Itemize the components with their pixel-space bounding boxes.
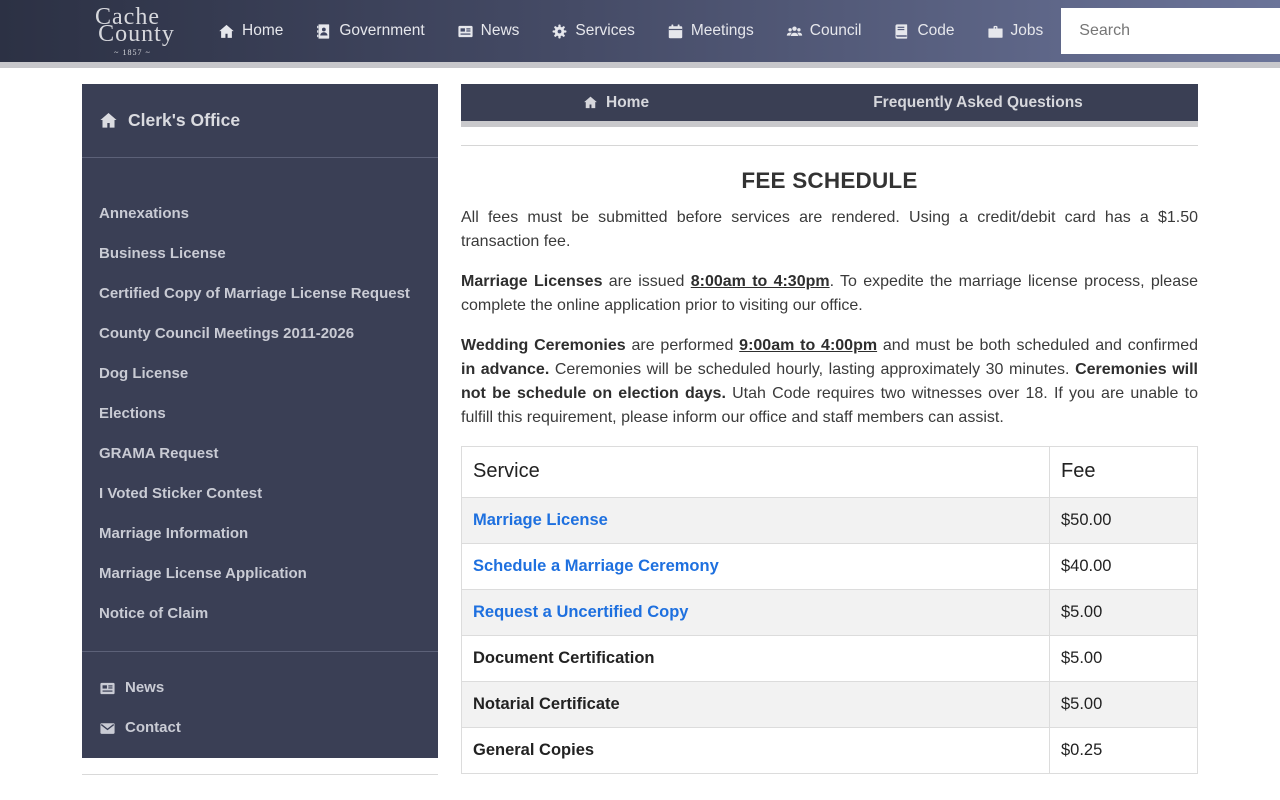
service-link-marriage-license[interactable]: Marriage License bbox=[473, 511, 608, 529]
fee-cell: $40.00 bbox=[1050, 544, 1198, 590]
breadcrumb: Home Frequently Asked Questions bbox=[461, 84, 1198, 121]
service-cell: Request a Uncertified Copy bbox=[462, 590, 1050, 636]
sidebar-footer: NewsContact bbox=[82, 651, 438, 758]
nav-items: Home Government News Services Meetings Counci… bbox=[218, 22, 1043, 40]
breadcrumb-home[interactable]: Home bbox=[583, 84, 649, 121]
home-icon bbox=[99, 111, 118, 130]
site-logo[interactable]: Cache County ~ 1857 ~ bbox=[80, 5, 185, 57]
table-header-row: Service Fee bbox=[462, 447, 1198, 498]
service-cell: Notarial Certificate bbox=[462, 682, 1050, 728]
column-header-fee: Fee bbox=[1050, 447, 1198, 498]
service-link-schedule-a-marriage-ceremony[interactable]: Schedule a Marriage Ceremony bbox=[473, 557, 719, 575]
fee-cell: $5.00 bbox=[1050, 682, 1198, 728]
breadcrumb-shadow bbox=[461, 121, 1198, 127]
sidebar-item-notice-of-claim[interactable]: Notice of Claim bbox=[82, 594, 438, 634]
service-cell: Marriage License bbox=[462, 498, 1050, 544]
fee-cell: $0.25 bbox=[1050, 728, 1198, 774]
breadcrumb-page[interactable]: Frequently Asked Questions bbox=[873, 84, 1083, 121]
paragraph: Wedding Ceremonies are performed 9:00am … bbox=[461, 334, 1198, 430]
sidebar-item-marriage-license-application[interactable]: Marriage License Application bbox=[82, 554, 438, 594]
table-row: Document Certification$5.00 bbox=[462, 636, 1198, 682]
fee-cell: $5.00 bbox=[1050, 636, 1198, 682]
sidebar-title-label: Clerk's Office bbox=[128, 110, 240, 131]
nav-item-code[interactable]: Code bbox=[893, 22, 954, 40]
sidebar-footer-item-news[interactable]: News bbox=[82, 668, 438, 708]
sidebar-item-certified-copy-of-marriage-license-request[interactable]: Certified Copy of Marriage License Reque… bbox=[82, 274, 438, 314]
fee-table-body: Marriage License$50.00Schedule a Marriag… bbox=[462, 498, 1198, 774]
column-header-service: Service bbox=[462, 447, 1050, 498]
nav-item-home[interactable]: Home bbox=[218, 22, 283, 40]
service-link-request-a-uncertified-copy[interactable]: Request a Uncertified Copy bbox=[473, 603, 688, 621]
sidebar-column: Clerk's Office AnnexationsBusiness Licen… bbox=[82, 84, 438, 775]
fee-cell: $5.00 bbox=[1050, 590, 1198, 636]
sidebar-item-grama-request[interactable]: GRAMA Request bbox=[82, 434, 438, 474]
page-title: FEE SCHEDULE bbox=[461, 168, 1198, 194]
sidebar-item-dog-license[interactable]: Dog License bbox=[82, 354, 438, 394]
meetings-icon bbox=[667, 23, 684, 40]
sidebar-item-i-voted-sticker-contest[interactable]: I Voted Sticker Contest bbox=[82, 474, 438, 514]
nav-item-jobs[interactable]: Jobs bbox=[987, 22, 1044, 40]
content-divider bbox=[461, 145, 1198, 146]
sidebar-items: AnnexationsBusiness LicenseCertified Cop… bbox=[82, 158, 438, 651]
code-icon bbox=[893, 23, 910, 40]
service-cell: General Copies bbox=[462, 728, 1050, 774]
top-navbar: Cache County ~ 1857 ~ Home Government News… bbox=[0, 0, 1280, 62]
nav-item-news[interactable]: News bbox=[457, 22, 520, 40]
logo-year: ~ 1857 ~ bbox=[80, 49, 185, 57]
sidebar-footer-item-contact[interactable]: Contact bbox=[82, 708, 438, 748]
services-icon bbox=[551, 23, 568, 40]
news-icon bbox=[99, 680, 116, 697]
nav-item-council[interactable]: Council bbox=[786, 22, 862, 40]
news-icon bbox=[457, 23, 474, 40]
nav-item-services[interactable]: Services bbox=[551, 22, 634, 40]
paragraph: All fees must be submitted before servic… bbox=[461, 206, 1198, 254]
council-icon bbox=[786, 23, 803, 40]
sidebar-item-business-license[interactable]: Business License bbox=[82, 234, 438, 274]
fee-table: Service Fee Marriage License$50.00Schedu… bbox=[461, 446, 1198, 774]
paragraph: Marriage Licenses are issued 8:00am to 4… bbox=[461, 270, 1198, 318]
sidebar-item-elections[interactable]: Elections bbox=[82, 394, 438, 434]
service-cell: Document Certification bbox=[462, 636, 1050, 682]
fee-cell: $50.00 bbox=[1050, 498, 1198, 544]
logo-line2: County bbox=[88, 22, 185, 46]
sidebar-title-clerks-office[interactable]: Clerk's Office bbox=[82, 84, 438, 158]
table-row: Marriage License $50.00 bbox=[462, 498, 1198, 544]
home-icon bbox=[218, 23, 235, 40]
nav-item-government[interactable]: Government bbox=[315, 22, 424, 40]
page-body: Clerk's Office AnnexationsBusiness Licen… bbox=[0, 68, 1280, 775]
home-icon bbox=[583, 95, 598, 110]
breadcrumb-page-label: Frequently Asked Questions bbox=[873, 94, 1083, 112]
service-cell: Schedule a Marriage Ceremony bbox=[462, 544, 1050, 590]
sidebar: Clerk's Office AnnexationsBusiness Licen… bbox=[82, 84, 438, 758]
nav-item-meetings[interactable]: Meetings bbox=[667, 22, 754, 40]
sidebar-item-annexations[interactable]: Annexations bbox=[82, 194, 438, 234]
sidebar-item-marriage-information[interactable]: Marriage Information bbox=[82, 514, 438, 554]
breadcrumb-home-label: Home bbox=[606, 94, 649, 112]
sidebar-item-county-council-meetings-2011-2026[interactable]: County Council Meetings 2011-2026 bbox=[82, 314, 438, 354]
jobs-icon bbox=[987, 23, 1004, 40]
table-row: General Copies$0.25 bbox=[462, 728, 1198, 774]
paragraphs: All fees must be submitted before servic… bbox=[461, 206, 1198, 430]
table-row: Request a Uncertified Copy $5.00 bbox=[462, 590, 1198, 636]
sidebar-divider bbox=[82, 774, 438, 775]
table-row: Schedule a Marriage Ceremony $40.00 bbox=[462, 544, 1198, 590]
table-row: Notarial Certificate$5.00 bbox=[462, 682, 1198, 728]
government-icon bbox=[315, 23, 332, 40]
main-content: Home Frequently Asked Questions FEE SCHE… bbox=[461, 84, 1198, 774]
envelope-icon bbox=[99, 720, 116, 737]
search-input[interactable] bbox=[1061, 8, 1280, 54]
